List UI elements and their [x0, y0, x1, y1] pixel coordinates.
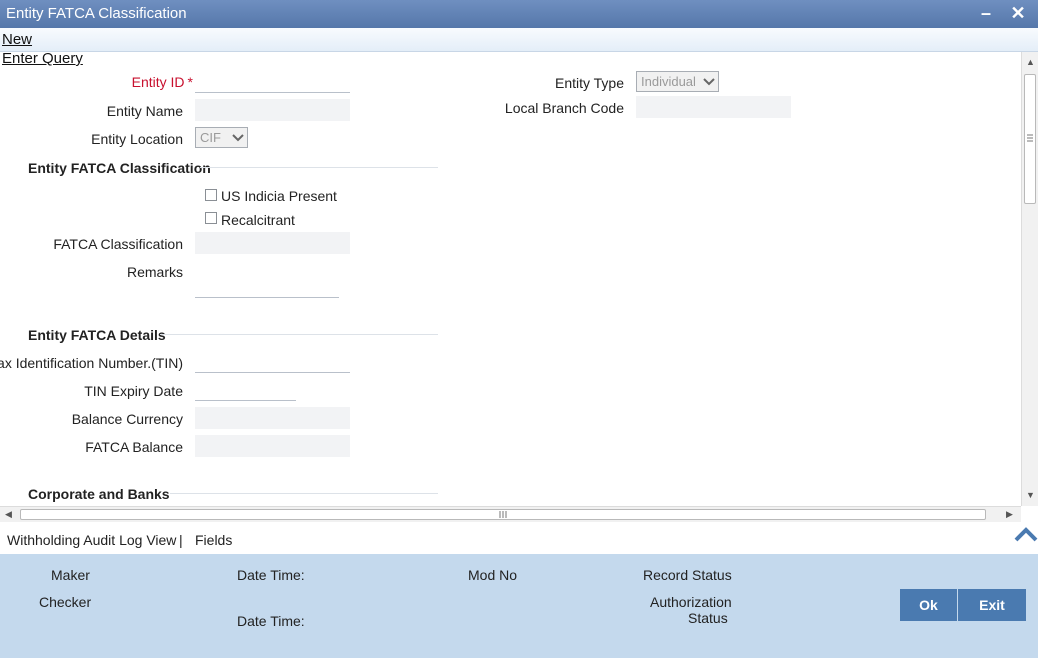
- enter-query-link[interactable]: Enter Query: [2, 50, 83, 67]
- horizontal-scrollbar[interactable]: ◀ ▶: [0, 506, 1021, 522]
- vertical-scroll-thumb[interactable]: [1024, 74, 1036, 204]
- fatca-balance-label: FATCA Balance: [85, 439, 183, 455]
- minimize-icon[interactable]: –: [975, 1, 997, 25]
- entity-location-select[interactable]: CIF: [195, 127, 248, 148]
- tab-fields[interactable]: Fields: [195, 532, 232, 548]
- balance-currency-input[interactable]: [195, 407, 350, 429]
- checker-label: Checker: [39, 594, 92, 610]
- scroll-down-icon[interactable]: ▼: [1026, 490, 1035, 500]
- record-status-label: Record Status: [643, 567, 732, 583]
- local-branch-code-label: Local Branch Code: [504, 100, 624, 116]
- required-marker: *: [187, 74, 193, 90]
- recalcitrant-checkbox[interactable]: [205, 212, 217, 224]
- fatca-classification-input[interactable]: [195, 232, 350, 254]
- classification-section-title: Entity FATCA Classification: [28, 160, 211, 176]
- entity-type-value: Individual: [641, 74, 696, 89]
- horizontal-scroll-thumb[interactable]: [20, 509, 986, 520]
- tin-label: Tax Identification Number.(TIN): [0, 355, 183, 371]
- sub-tabs-bar: Withholding Audit Log View | Fields: [0, 522, 1038, 554]
- fatca-balance-input[interactable]: [195, 435, 350, 457]
- scroll-right-icon[interactable]: ▶: [1006, 509, 1013, 520]
- new-link[interactable]: New: [2, 31, 32, 48]
- ok-button[interactable]: Ok: [900, 589, 957, 621]
- authorization-status-label: Status: [688, 610, 728, 626]
- mod-no-label: Mod No: [468, 567, 518, 583]
- remarks-input[interactable]: [195, 276, 339, 298]
- entity-type-select[interactable]: Individual: [636, 71, 719, 92]
- title-bar: Entity FATCA Classification – ✕: [0, 0, 1038, 28]
- scroll-up-icon[interactable]: ▲: [1026, 57, 1035, 67]
- tab-separator: |: [179, 532, 183, 548]
- entity-id-input[interactable]: [195, 71, 350, 93]
- chevron-down-icon: [232, 134, 244, 142]
- chevron-down-icon: [703, 78, 715, 86]
- grip-icon: [1027, 134, 1033, 142]
- entity-id-label-text: Entity ID: [131, 74, 185, 90]
- entity-id-label: Entity ID *: [132, 74, 193, 90]
- grip-icon: [499, 511, 507, 518]
- audit-footer: Maker Checker Date Time: Date Time: Mod …: [0, 554, 1038, 658]
- vertical-scrollbar[interactable]: ▲ ▼: [1021, 52, 1038, 506]
- section-divider: [200, 167, 438, 168]
- recalcitrant-label: Recalcitrant: [221, 212, 295, 228]
- tin-expiry-label: TIN Expiry Date: [84, 383, 183, 399]
- chevron-up-icon[interactable]: [1014, 526, 1038, 542]
- main-form: Entity ID * Entity Name Entity Location C…: [0, 52, 1021, 506]
- us-indicia-checkbox[interactable]: [205, 189, 217, 201]
- scroll-left-icon[interactable]: ◀: [5, 509, 12, 520]
- window-title: Entity FATCA Classification: [6, 5, 187, 22]
- entity-name-label: Entity Name: [106, 103, 183, 119]
- entity-location-label: Entity Location: [91, 131, 183, 147]
- tin-input[interactable]: [195, 351, 350, 373]
- close-icon[interactable]: ✕: [1007, 1, 1029, 25]
- us-indicia-label: US Indicia Present: [221, 188, 337, 204]
- section-divider: [170, 493, 438, 494]
- authorization-label: Authorization: [650, 594, 732, 610]
- maker-date-time-label: Date Time:: [237, 567, 305, 583]
- balance-currency-label: Balance Currency: [71, 411, 183, 427]
- maker-label: Maker: [51, 567, 90, 583]
- entity-location-value: CIF: [200, 130, 221, 145]
- entity-name-input[interactable]: [195, 99, 350, 121]
- tin-expiry-input[interactable]: [195, 379, 296, 401]
- fatca-classification-label: FATCA Classification: [53, 236, 183, 252]
- menu-bar: New: [0, 28, 1038, 52]
- details-section-title: Entity FATCA Details: [28, 327, 166, 343]
- local-branch-code-input[interactable]: [636, 96, 791, 118]
- remarks-label: Remarks: [126, 264, 183, 280]
- corporate-section-title: Corporate and Banks: [28, 486, 170, 502]
- checker-date-time-label: Date Time:: [237, 613, 305, 629]
- tab-withholding-audit-log[interactable]: Withholding Audit Log View: [7, 532, 176, 548]
- entity-type-label: Entity Type: [554, 75, 624, 91]
- exit-button[interactable]: Exit: [958, 589, 1026, 621]
- section-divider: [160, 334, 438, 335]
